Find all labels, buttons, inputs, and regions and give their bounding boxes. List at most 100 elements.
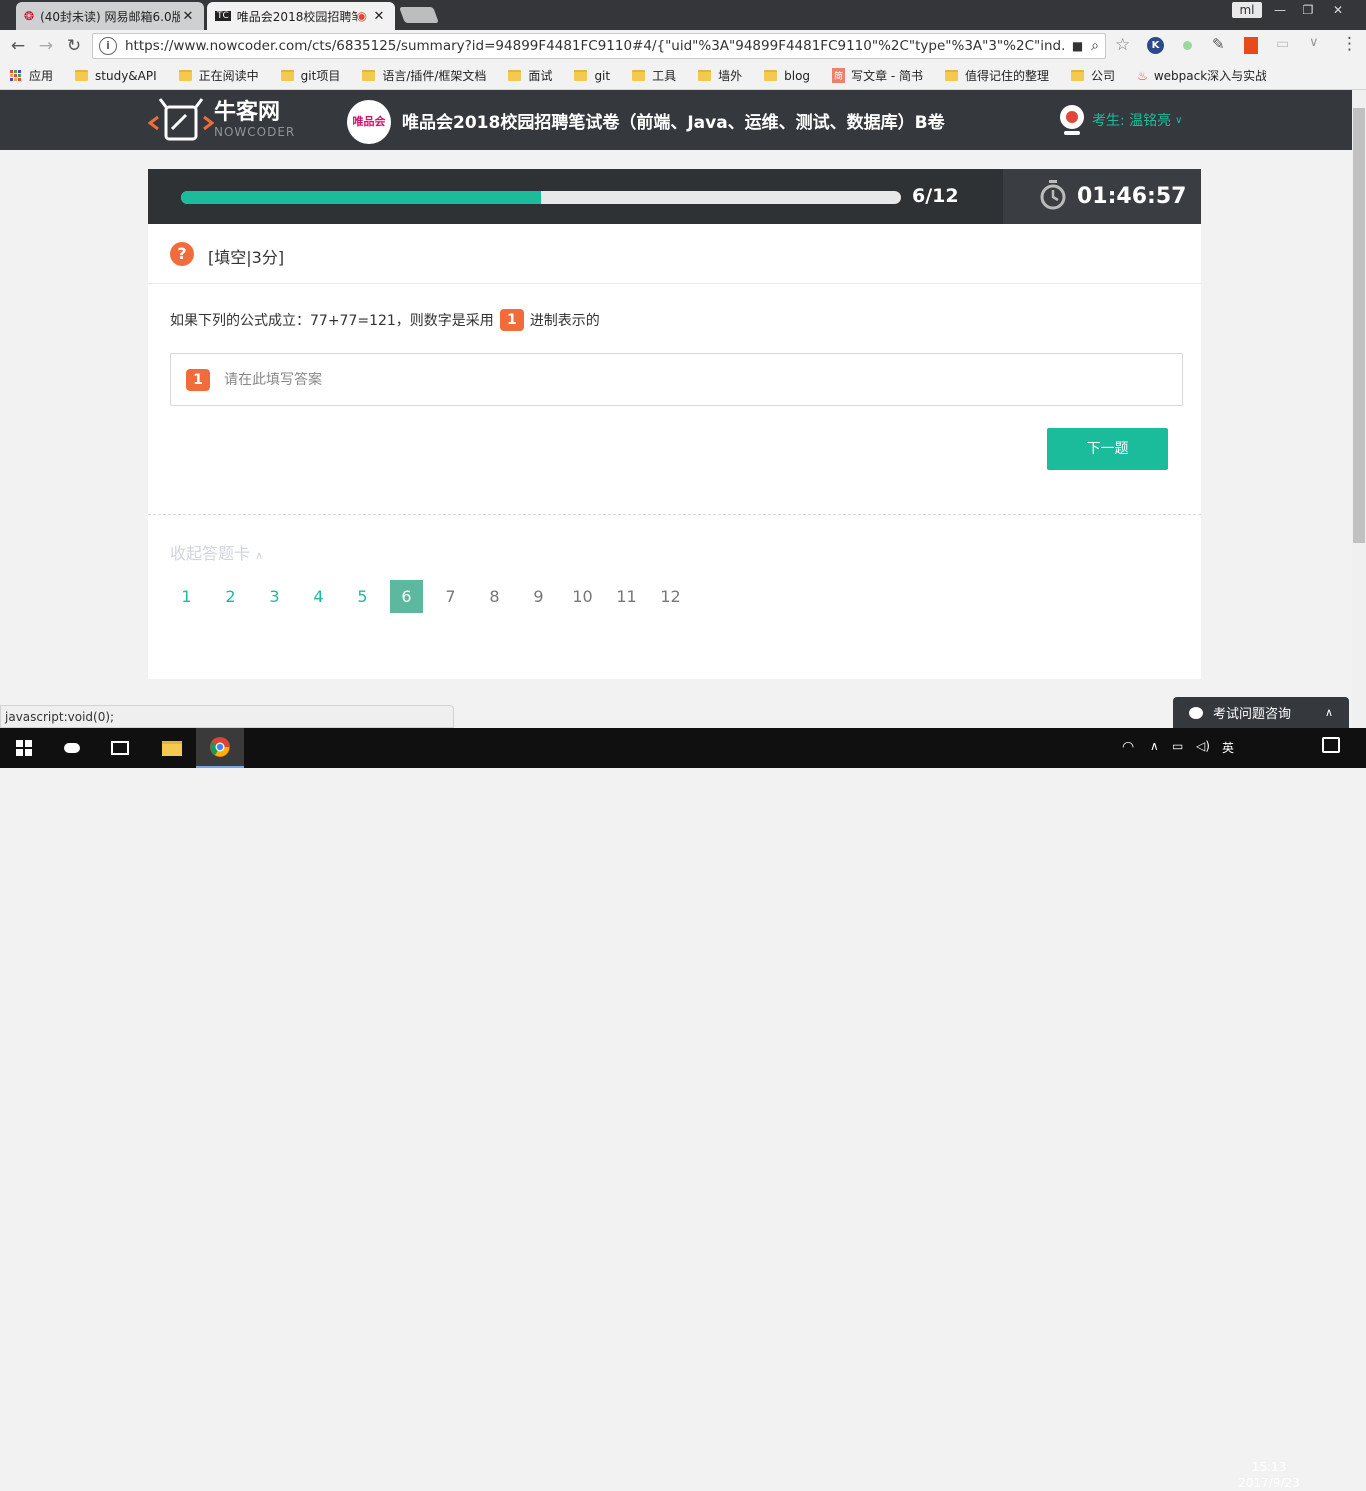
info-icon[interactable]: i xyxy=(99,37,117,55)
star-icon[interactable]: ☆ xyxy=(1115,35,1130,55)
eyedropper-icon[interactable]: ✎ xyxy=(1212,35,1225,53)
exam-title: 唯品会2018校园招聘笔试卷（前端、Java、运维、测试、数据库）B卷 xyxy=(402,113,945,133)
bookmark-folder[interactable]: blog xyxy=(764,69,810,83)
bookmark-apps[interactable]: 应用 xyxy=(10,67,53,84)
chevron-up-icon[interactable]: ∧ xyxy=(1325,706,1333,719)
question-number-8[interactable]: 8 xyxy=(478,580,511,613)
bookmark-folder[interactable]: 值得记住的整理 xyxy=(945,67,1049,84)
next-question-button[interactable]: 下一题 xyxy=(1047,428,1168,470)
extension-gray-icon[interactable]: ▭ xyxy=(1276,36,1289,52)
answer-input[interactable] xyxy=(224,371,1182,388)
taskbar-clock[interactable]: 15:13 2017/9/23 xyxy=(1236,1459,1302,1491)
question-number-4[interactable]: 4 xyxy=(302,580,335,613)
tab-mail[interactable]: ❂ (40封未读) 网易邮箱6.0版 ✕ xyxy=(16,2,204,30)
restore-icon[interactable]: ❐ xyxy=(1294,0,1322,20)
extension-k-icon[interactable]: K xyxy=(1147,37,1164,54)
windows-start-icon[interactable] xyxy=(0,728,48,768)
nowcoder-favicon-icon: TĊ xyxy=(215,11,231,21)
company-logo: 唯品会 xyxy=(347,100,391,144)
tab-exam[interactable]: TĊ 唯品会2018校园招聘笔试卷 ◉ ✕ xyxy=(207,2,395,30)
webcam-icon xyxy=(1058,104,1086,136)
bookmark-folder[interactable]: 面试 xyxy=(508,67,552,84)
question-number-3[interactable]: 3 xyxy=(258,580,291,613)
folder-icon xyxy=(574,70,588,81)
forward-icon[interactable]: → xyxy=(32,36,60,56)
close-icon[interactable]: ✕ xyxy=(371,9,387,24)
question-number-11[interactable]: 11 xyxy=(610,580,643,613)
bookmark-folder[interactable]: 正在阅读中 xyxy=(178,67,259,84)
task-view-icon[interactable] xyxy=(96,728,144,768)
folder-icon xyxy=(698,70,712,81)
cortana-icon[interactable] xyxy=(48,728,96,768)
collapse-label: 收起答题卡 xyxy=(170,544,251,563)
collapse-answer-card-link[interactable]: 收起答题卡 ∧ xyxy=(170,540,263,564)
bookmark-label: 值得记住的整理 xyxy=(965,69,1050,83)
question-number-7[interactable]: 7 xyxy=(434,580,467,613)
back-icon[interactable]: ← xyxy=(4,36,32,56)
tray-chevron-icon[interactable]: ∧ xyxy=(1150,739,1159,753)
extension-v-icon[interactable]: ∨ xyxy=(1309,35,1319,50)
folder-icon xyxy=(362,70,376,81)
bookmark-label: 语言/插件/框架文档 xyxy=(382,69,487,83)
recording-icon: ◉ xyxy=(356,9,367,23)
folder-icon xyxy=(632,70,646,81)
bookmark-folder[interactable]: study&API xyxy=(75,69,157,83)
zoom-icon[interactable]: ⌕ xyxy=(1091,38,1099,54)
bookmark-folder[interactable]: 语言/插件/框架文档 xyxy=(362,67,486,84)
exam-help-button[interactable]: 考试问题咨询 ∧ xyxy=(1173,697,1349,728)
bookmark-folder[interactable]: 墙外 xyxy=(698,67,742,84)
candidate-menu[interactable]: 考生: 温铭亮 ∨ xyxy=(1058,104,1183,136)
close-icon[interactable]: ✕ xyxy=(180,9,196,24)
chrome-taskbar-icon[interactable] xyxy=(196,728,244,768)
bookmark-jianshu[interactable]: 简写文章 - 简书 xyxy=(832,67,923,84)
bookmark-label: 墙外 xyxy=(718,69,743,83)
chevron-down-icon: ∨ xyxy=(1175,114,1183,126)
question-number-5[interactable]: 5 xyxy=(346,580,379,613)
file-explorer-icon[interactable] xyxy=(148,728,196,768)
extension-dot-icon[interactable] xyxy=(1183,41,1192,50)
answer-field[interactable]: 1 xyxy=(170,353,1183,406)
window-close-icon[interactable]: ✕ xyxy=(1324,0,1352,20)
tab-label: 唯品会2018校园招聘笔试卷 xyxy=(236,9,357,24)
question-number-10[interactable]: 10 xyxy=(566,580,599,613)
reload-icon[interactable]: ↻ xyxy=(60,36,88,56)
question-number-12[interactable]: 12 xyxy=(654,580,687,613)
progress-track xyxy=(181,191,901,204)
folder-icon xyxy=(508,70,522,81)
menu-icon[interactable]: ⋮ xyxy=(1341,34,1358,54)
bookmark-webpack[interactable]: ♨ webpack深入与实战 xyxy=(1137,67,1266,84)
bookmark-folder[interactable]: 工具 xyxy=(632,67,676,84)
bookmark-folder[interactable]: 公司 xyxy=(1071,67,1115,84)
chat-bubble-icon xyxy=(1189,706,1203,719)
profile-button[interactable]: ml xyxy=(1232,2,1262,18)
ime-indicator[interactable]: 英 xyxy=(1222,739,1234,756)
question-number-2[interactable]: 2 xyxy=(214,580,247,613)
bookmark-folder[interactable]: git xyxy=(574,69,610,83)
action-center-icon[interactable] xyxy=(1322,737,1340,753)
question-number-1[interactable]: 1 xyxy=(170,580,203,613)
office-icon[interactable] xyxy=(1244,37,1258,54)
scrollbar-thumb[interactable] xyxy=(1353,108,1365,543)
progress-text: 6/12 xyxy=(912,185,959,207)
bookmark-label: 公司 xyxy=(1091,69,1116,83)
candidate-label: 考生: 温铭亮 xyxy=(1092,113,1172,129)
address-bar[interactable]: i https://www.nowcoder.com/cts/6835125/s… xyxy=(92,33,1106,59)
question-number-list: 1 2 3 4 5 6 7 8 9 10 11 12 xyxy=(170,580,698,613)
question-number-9[interactable]: 9 xyxy=(522,580,555,613)
wifi-icon[interactable]: ◠ xyxy=(1122,739,1134,755)
bookmark-folder[interactable]: git项目 xyxy=(280,67,340,84)
volume-icon[interactable]: ◁) xyxy=(1196,739,1210,753)
flame-icon: ♨ xyxy=(1137,68,1148,83)
minimize-icon[interactable]: — xyxy=(1266,0,1294,20)
logo-sub: NOWCODER xyxy=(214,125,296,139)
timer-text: 01:46:57 xyxy=(1077,184,1187,209)
camera-icon[interactable]: ■ xyxy=(1072,39,1083,53)
network-icon[interactable]: ▭ xyxy=(1172,739,1183,753)
dashed-divider xyxy=(148,514,1201,515)
question-before: 如果下列的公式成立：77+77=121，则数字是采用 xyxy=(170,313,494,329)
clock-date: 2017/9/23 xyxy=(1238,1476,1300,1490)
question-number-6[interactable]: 6 xyxy=(390,580,423,613)
new-tab-button[interactable] xyxy=(399,7,439,23)
mail-favicon-icon: ❂ xyxy=(24,9,35,23)
nowcoder-logo[interactable]: 牛客网 NOWCODER xyxy=(147,97,296,143)
